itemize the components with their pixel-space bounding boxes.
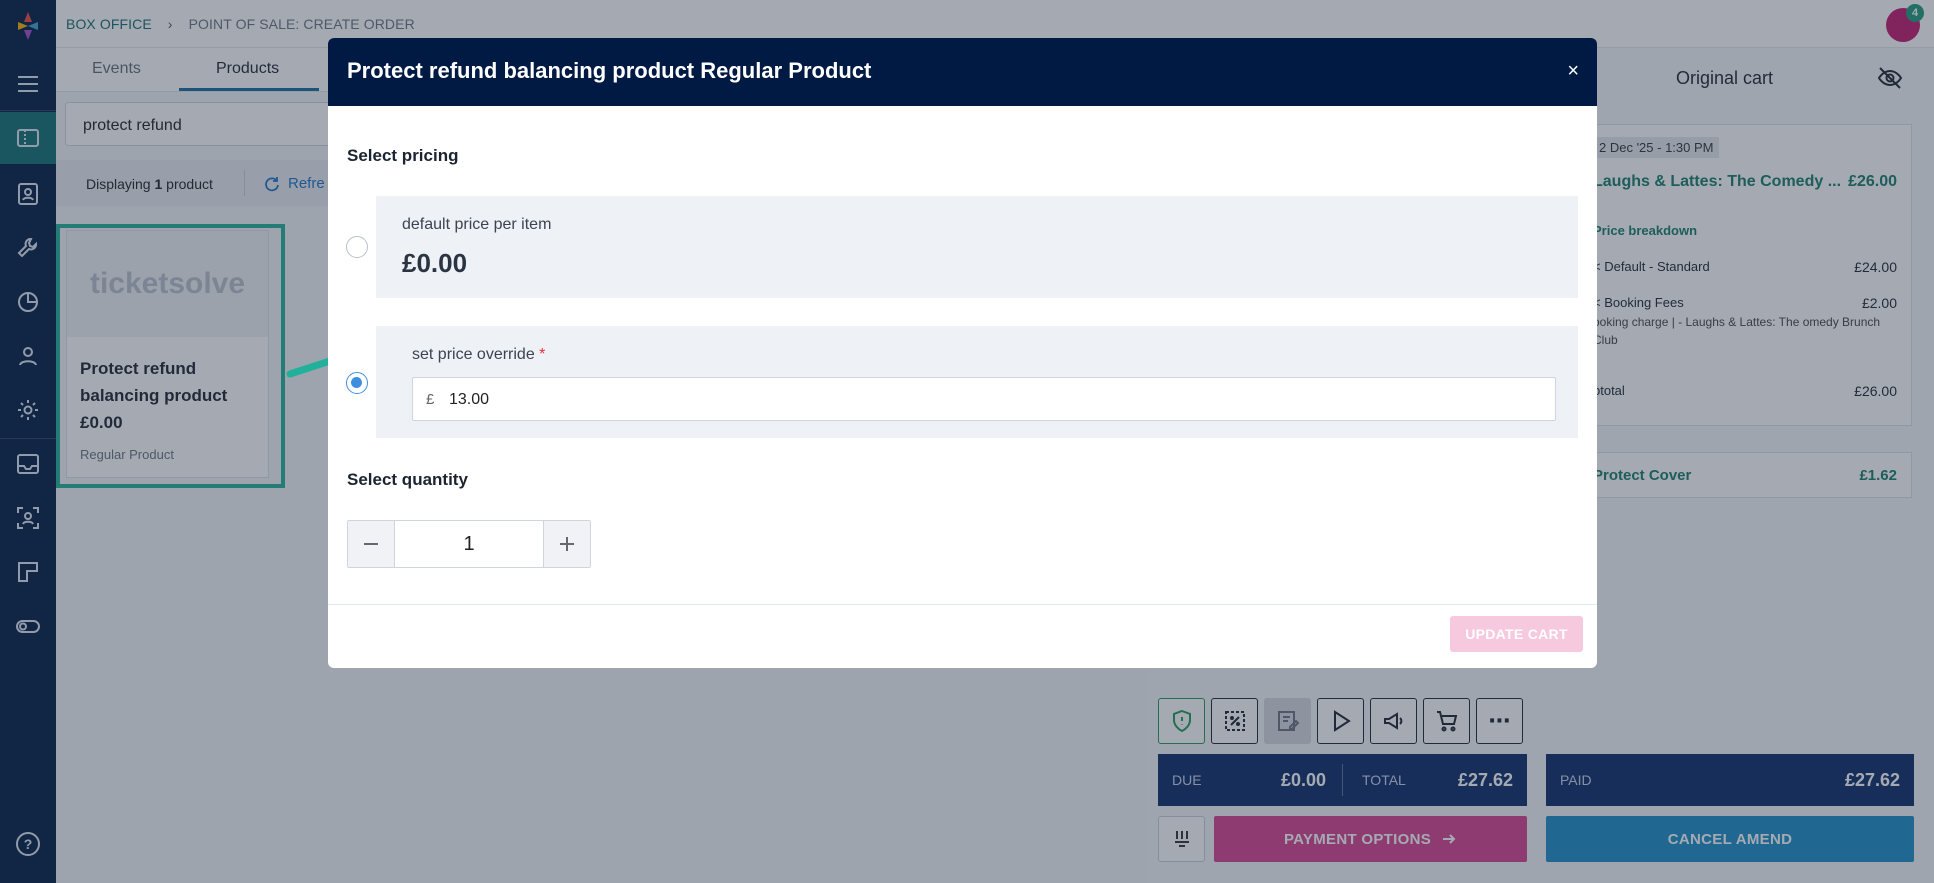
increment-button[interactable] xyxy=(544,521,590,567)
override-label: set price override * xyxy=(412,346,545,364)
close-icon[interactable]: × xyxy=(1567,60,1579,83)
pricing-heading: Select pricing xyxy=(347,146,459,165)
price-modal: Protect refund balancing product Regular… xyxy=(328,38,1597,668)
override-label-text: set price override xyxy=(412,346,535,363)
override-price-option[interactable]: set price override * £ 13.00 xyxy=(376,326,1578,438)
quantity-stepper: 1 xyxy=(347,520,591,568)
decrement-button[interactable] xyxy=(348,521,394,567)
update-cart-button[interactable]: UPDATE CART xyxy=(1450,616,1583,652)
override-price-value: 13.00 xyxy=(449,391,490,408)
plus-icon xyxy=(560,537,574,551)
quantity-input[interactable]: 1 xyxy=(394,521,544,567)
required-mark: * xyxy=(539,346,546,363)
default-price-option[interactable]: default price per item £0.00 xyxy=(376,196,1578,298)
override-price-radio[interactable] xyxy=(346,372,368,394)
quantity-heading: Select quantity xyxy=(347,470,468,489)
modal-footer-divider xyxy=(328,604,1597,605)
default-price-radio[interactable] xyxy=(346,236,368,258)
modal-title: Protect refund balancing product Regular… xyxy=(347,58,872,83)
currency-symbol: £ xyxy=(426,391,435,408)
modal-header: Protect refund balancing product Regular… xyxy=(328,38,1597,106)
default-price-value: £0.00 xyxy=(402,248,468,278)
minus-icon xyxy=(364,543,378,545)
default-price-label: default price per item xyxy=(402,216,552,233)
override-price-input[interactable]: £ 13.00 xyxy=(412,377,1556,421)
